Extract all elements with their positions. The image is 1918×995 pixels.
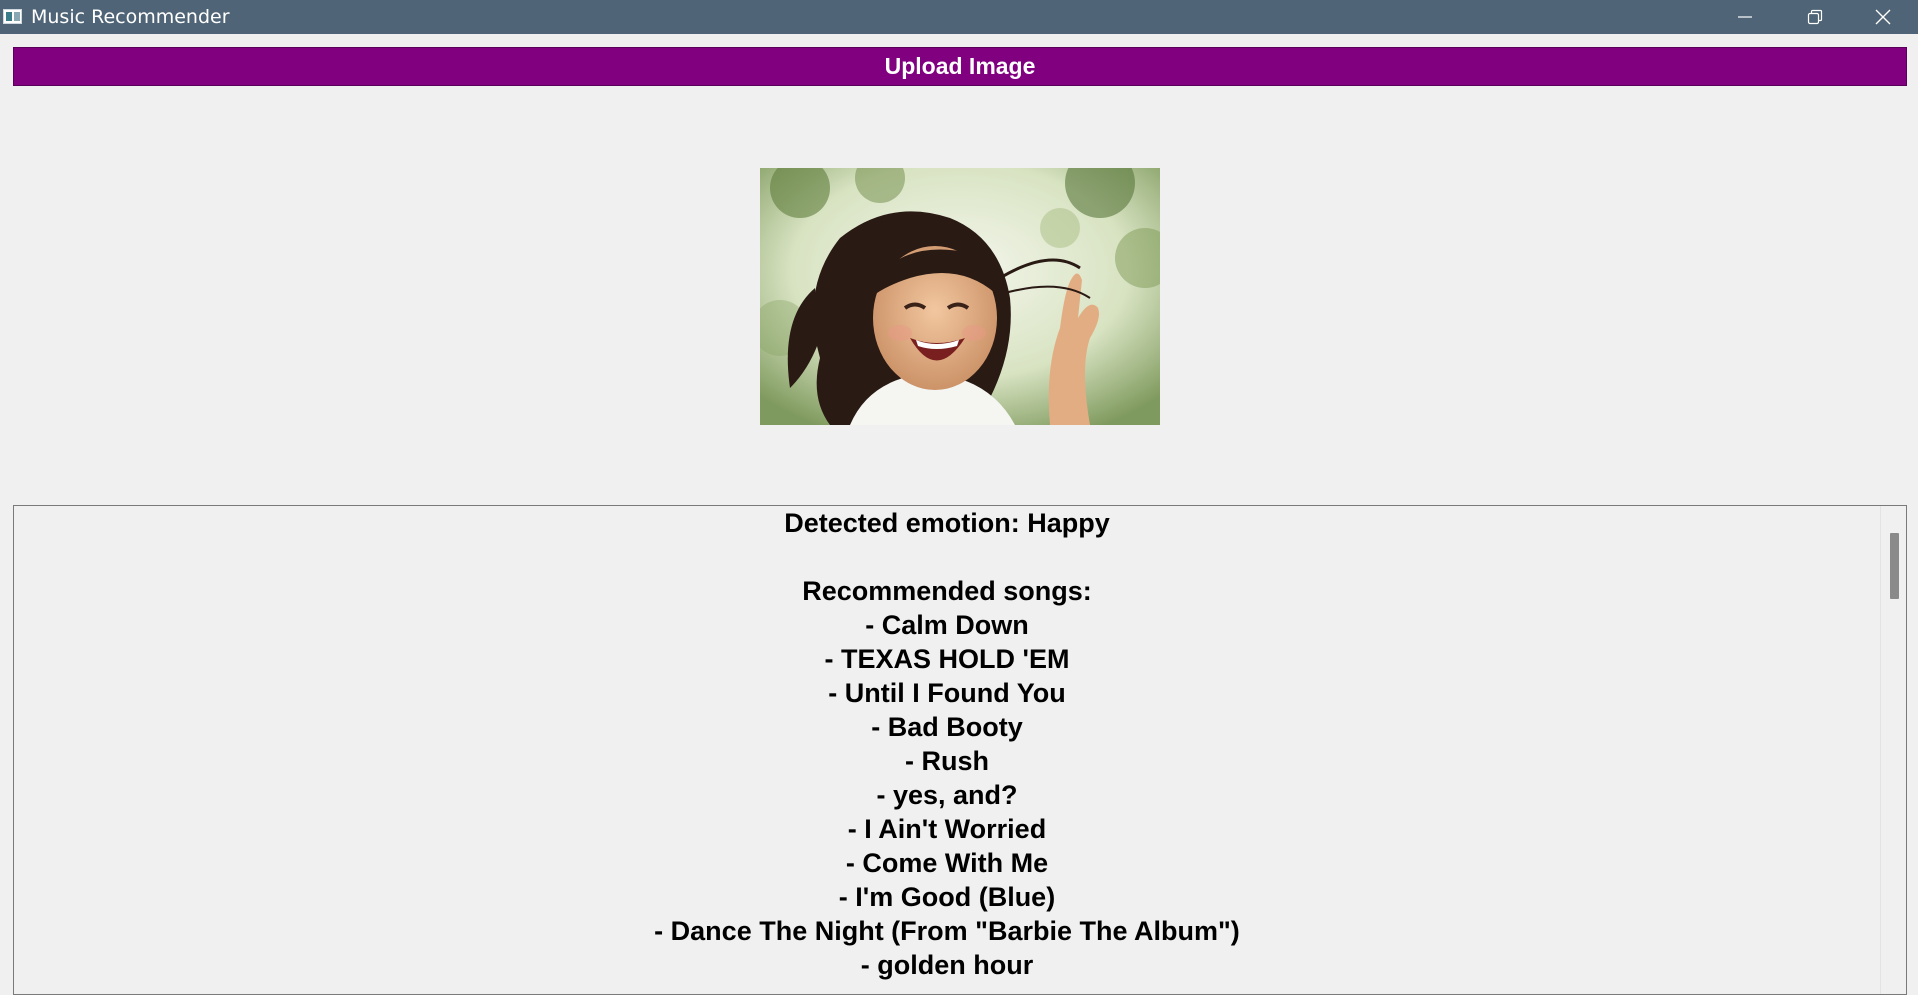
- close-icon: [1875, 9, 1891, 25]
- song-item: - golden hour: [860, 950, 1034, 980]
- uploaded-photo: [760, 168, 1160, 425]
- vertical-scrollbar[interactable]: [1880, 506, 1906, 994]
- app-icon: [3, 9, 22, 24]
- minimize-button[interactable]: [1710, 0, 1780, 34]
- window-title: Music Recommender: [31, 6, 230, 28]
- upload-image-button[interactable]: Upload Image: [13, 47, 1907, 86]
- song-item: - I'm Good (Blue): [838, 882, 1056, 912]
- song-item: - TEXAS HOLD 'EM: [824, 644, 1070, 674]
- song-item: - Bad Booty: [871, 712, 1023, 742]
- song-item: - Until I Found You: [828, 678, 1066, 708]
- scrollbar-thumb[interactable]: [1890, 533, 1899, 599]
- minimize-icon: [1738, 16, 1752, 18]
- song-item: - I Ain't Worried: [847, 814, 1047, 844]
- detected-emotion-text: Detected emotion: Happy: [784, 508, 1110, 538]
- maximize-button[interactable]: [1780, 0, 1850, 34]
- results-content: Detected emotion: Happy Recommended song…: [14, 506, 1880, 982]
- photo-image: [760, 168, 1160, 425]
- title-bar: Music Recommender: [0, 0, 1918, 34]
- song-item: - Dance The Night (From "Barbie The Albu…: [654, 916, 1240, 946]
- recommended-songs-heading: Recommended songs:: [802, 576, 1092, 606]
- restore-icon: [1807, 9, 1823, 25]
- song-item: - Calm Down: [865, 610, 1029, 640]
- close-button[interactable]: [1848, 0, 1918, 34]
- song-item: - yes, and?: [876, 780, 1018, 810]
- results-text-area[interactable]: Detected emotion: Happy Recommended song…: [13, 505, 1907, 995]
- song-item: - Rush: [905, 746, 989, 776]
- song-item: - Come With Me: [845, 848, 1049, 878]
